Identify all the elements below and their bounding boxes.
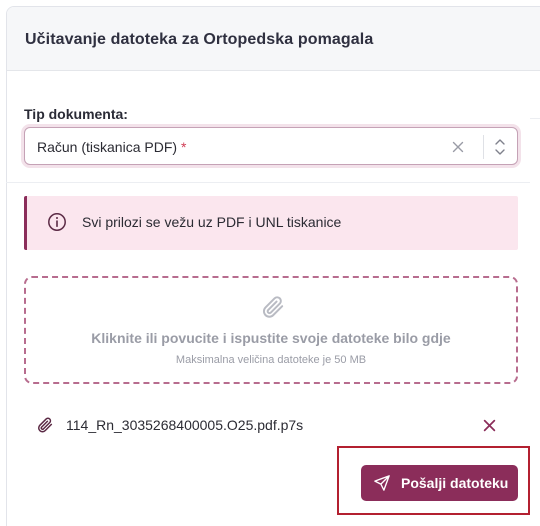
paperclip-icon xyxy=(36,416,54,434)
info-alert: Svi prilozi se vežu uz PDF i UNL tiskani… xyxy=(24,196,518,250)
required-marker: * xyxy=(181,139,187,155)
document-type-selected: Račun (tiskanica PDF) xyxy=(37,139,178,155)
section-divider xyxy=(6,182,530,183)
document-type-value: Račun (tiskanica PDF) * xyxy=(37,139,187,155)
file-name: 114_Rn_3035268400005.O25.pdf.p7s xyxy=(66,417,304,433)
info-circle-icon xyxy=(47,212,67,232)
send-button-label: Pošalji datoteku xyxy=(401,475,509,491)
document-type-select[interactable]: Račun (tiskanica PDF) * xyxy=(24,127,518,165)
select-divider xyxy=(483,135,484,159)
file-dropzone[interactable]: Kliknite ili povucite i ispustite svoje … xyxy=(24,276,518,384)
close-icon[interactable] xyxy=(480,416,498,434)
clear-icon[interactable] xyxy=(449,138,467,156)
dropzone-instructions: Kliknite ili povucite i ispustite svoje … xyxy=(91,330,451,346)
document-type-label: Tip dokumenta: xyxy=(24,106,128,122)
send-icon xyxy=(373,474,391,492)
panel-edge xyxy=(530,118,540,183)
send-files-button[interactable]: Pošalji datoteku xyxy=(361,465,518,501)
panel-header: Učitavanje datoteka za Ortopedska pomaga… xyxy=(7,7,540,71)
paperclip-icon xyxy=(260,294,286,320)
file-list-item: 114_Rn_3035268400005.O25.pdf.p7s xyxy=(36,414,506,436)
chevron-up-down-icon[interactable] xyxy=(491,135,509,159)
dropzone-size-limit: Maksimalna veličina datoteke je 50 MB xyxy=(175,354,367,366)
panel-title: Učitavanje datoteka za Ortopedska pomaga… xyxy=(25,31,374,48)
alert-text: Svi prilozi se vežu uz PDF i UNL tiskani… xyxy=(82,214,342,230)
